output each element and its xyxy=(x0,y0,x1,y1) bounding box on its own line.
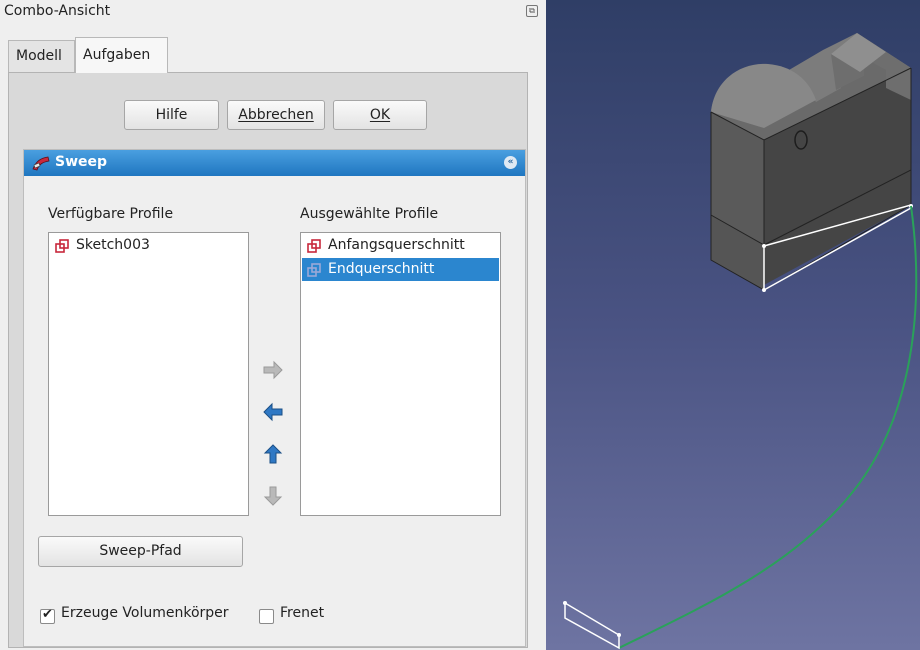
sketch-icon xyxy=(307,239,321,253)
list-item-label: Endquerschnitt xyxy=(328,261,435,277)
ok-label: OK xyxy=(369,107,391,123)
sweep-section: Sweep « Verfügbare Profile Ausgewählte P… xyxy=(23,149,526,647)
available-profiles-label: Verfügbare Profile xyxy=(48,206,174,222)
create-solid-label: Erzeuge Volumenkörper xyxy=(61,605,229,621)
end-profile-sketch xyxy=(564,601,620,650)
check-icon: ✔ xyxy=(42,607,53,622)
3d-scene xyxy=(563,33,918,650)
panel-title: Combo-Ansicht xyxy=(4,3,111,19)
arrow-left-icon[interactable] xyxy=(259,398,287,426)
tab-modell[interactable]: Modell xyxy=(8,40,75,72)
sweep-section-title: Sweep xyxy=(55,154,108,170)
vertex-point xyxy=(762,244,766,248)
sweep-icon xyxy=(32,156,50,171)
list-item-label: Anfangsquerschnitt xyxy=(328,237,465,253)
sketch-icon xyxy=(307,263,321,277)
list-item[interactable]: Anfangsquerschnitt xyxy=(302,234,499,257)
arrow-down-icon[interactable] xyxy=(259,482,287,510)
collapse-icon[interactable]: « xyxy=(504,156,517,169)
arrow-up-icon[interactable] xyxy=(259,440,287,468)
cancel-label: Abbrechen xyxy=(238,107,314,123)
available-profiles-list[interactable]: Sketch003 xyxy=(48,232,249,516)
combo-view-panel: Combo-Ansicht ⧉ Modell Aufgaben Hilfe Ab… xyxy=(0,0,546,650)
3d-viewport[interactable] xyxy=(546,0,920,650)
help-button[interactable]: Hilfe xyxy=(124,100,219,130)
list-item[interactable]: Sketch003 xyxy=(50,234,247,257)
undock-icon[interactable]: ⧉ xyxy=(526,5,538,17)
tasks-panel: Hilfe Abbrechen OK Sweep « Verfügbare Pr… xyxy=(8,72,528,648)
list-item-label: Sketch003 xyxy=(76,237,150,253)
vertex-point xyxy=(617,633,621,637)
arrow-right-icon[interactable] xyxy=(259,356,287,384)
selected-profiles-label: Ausgewählte Profile xyxy=(300,206,439,222)
vertex-point xyxy=(563,601,567,605)
sweep-path-button[interactable]: Sweep-Pfad xyxy=(38,536,243,567)
frenet-checkbox[interactable] xyxy=(259,609,274,624)
sketch-icon xyxy=(55,239,69,253)
vertex-point xyxy=(762,288,766,292)
frenet-label: Frenet xyxy=(280,605,325,621)
cancel-button[interactable]: Abbrechen xyxy=(227,100,325,130)
tab-aufgaben[interactable]: Aufgaben xyxy=(75,37,168,73)
create-solid-checkbox[interactable]: ✔ xyxy=(40,607,55,624)
ok-button[interactable]: OK xyxy=(333,100,427,130)
selected-profiles-list[interactable]: Anfangsquerschnitt Endquerschnitt xyxy=(300,232,501,516)
panel-title-bar: Combo-Ansicht ⧉ xyxy=(0,0,546,24)
sweep-section-header[interactable]: Sweep « xyxy=(24,150,525,176)
list-item-selected[interactable]: Endquerschnitt xyxy=(302,258,499,281)
